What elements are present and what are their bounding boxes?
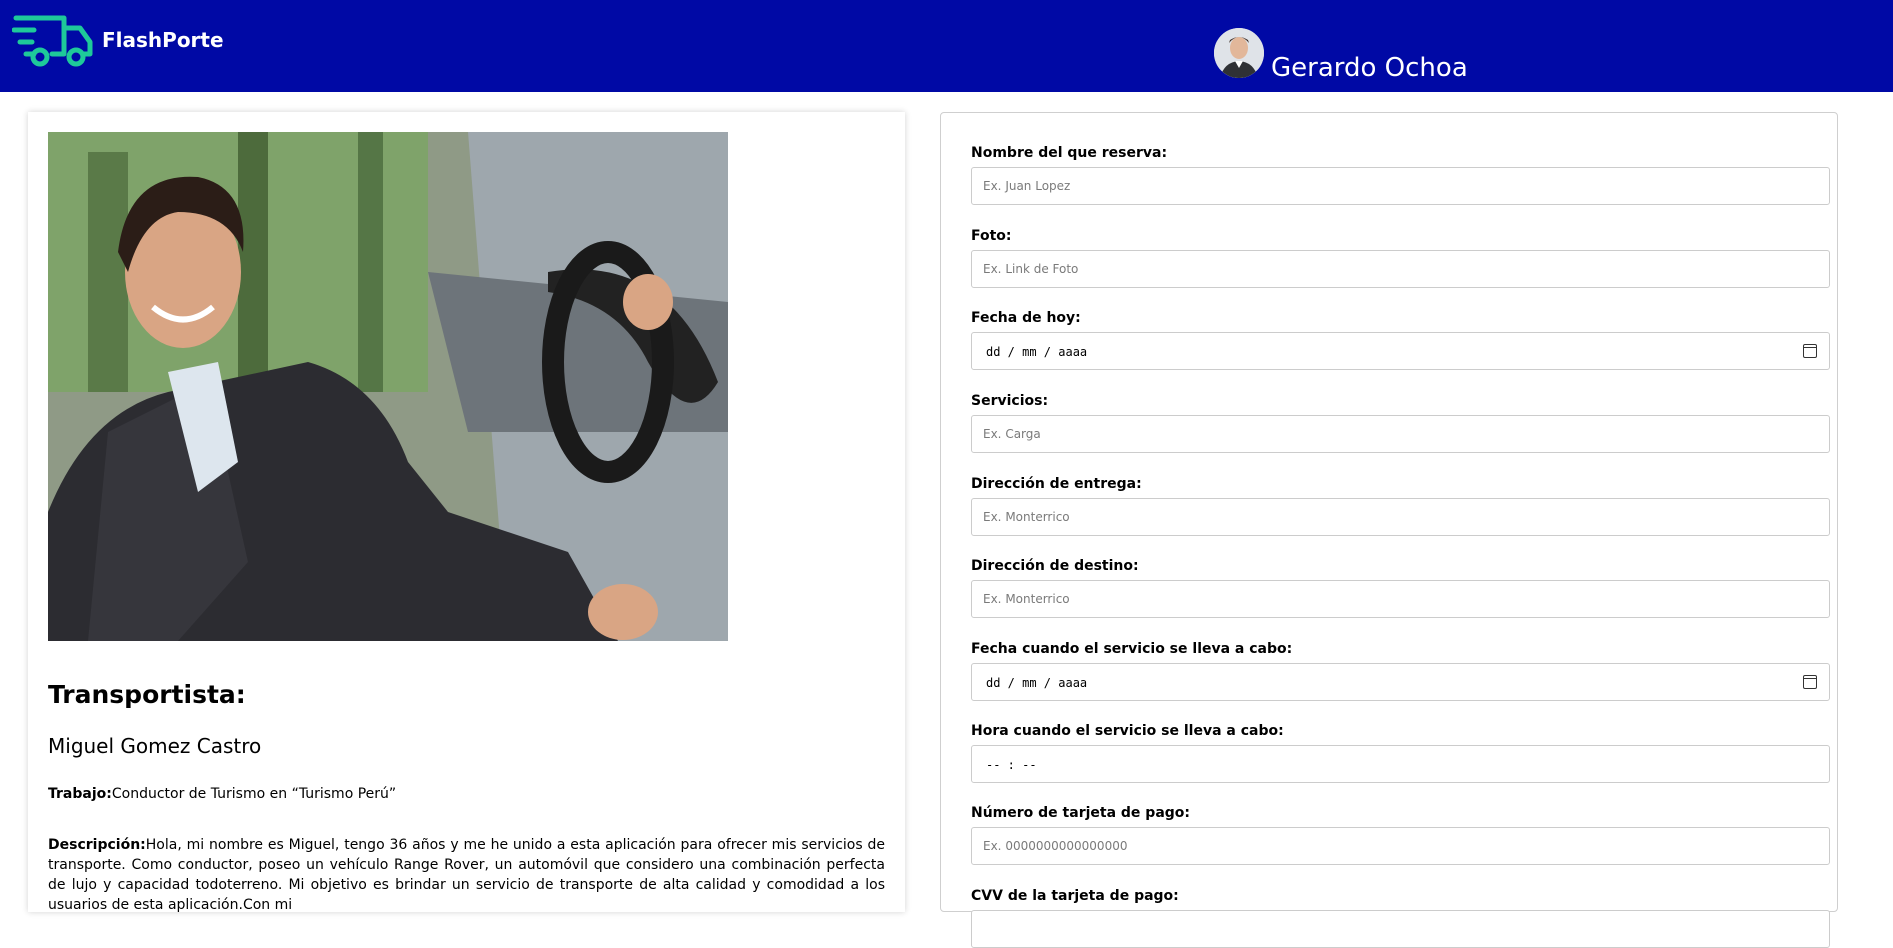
service-date-field: Fecha cuando el servicio se lleva a cabo… (971, 641, 1830, 701)
services-placeholder: Ex. Carga (983, 427, 1041, 441)
card-number-placeholder: Ex. 0000000000000000 (983, 839, 1128, 853)
destination-address-label: Dirección de destino: (971, 558, 1139, 574)
description-label: Descripción: (48, 837, 146, 853)
delivery-address-label: Dirección de entrega: (971, 476, 1142, 492)
section-title: Transportista: (48, 680, 246, 709)
today-date-input[interactable]: dd / mm / aaaa (971, 332, 1830, 370)
user-avatar[interactable] (1214, 28, 1264, 78)
delivery-address-placeholder: Ex. Monterrico (983, 510, 1070, 524)
photo-input[interactable]: Ex. Link de Foto (971, 250, 1830, 288)
destination-address-placeholder: Ex. Monterrico (983, 592, 1070, 606)
card-number-input[interactable]: Ex. 0000000000000000 (971, 827, 1830, 865)
brand-name[interactable]: FlashPorte (102, 28, 224, 52)
driver-photo (48, 132, 728, 641)
booker-name-label: Nombre del que reserva: (971, 145, 1168, 161)
service-date-input[interactable]: dd / mm / aaaa (971, 663, 1830, 701)
calendar-icon[interactable] (1803, 675, 1817, 689)
booker-name-field: Nombre del que reserva: Ex. Juan Lopez (971, 145, 1830, 205)
job-info: Trabajo:Conductor de Turismo en “Turismo… (48, 786, 396, 802)
service-date-value: dd / mm / aaaa (986, 676, 1088, 690)
today-date-label: Fecha de hoy: (971, 310, 1081, 326)
card-number-label: Número de tarjeta de pago: (971, 805, 1191, 821)
delivery-address-input[interactable]: Ex. Monterrico (971, 498, 1830, 536)
photo-label: Foto: (971, 228, 1012, 244)
calendar-icon[interactable] (1803, 344, 1817, 358)
cvv-input[interactable] (971, 910, 1830, 948)
driver-name: Miguel Gomez Castro (48, 734, 262, 758)
booker-name-input[interactable]: Ex. Juan Lopez (971, 167, 1830, 205)
job-label: Trabajo: (48, 786, 112, 802)
today-date-value: dd / mm / aaaa (986, 345, 1088, 359)
description-value: Hola, mi nombre es Miguel, tengo 36 años… (48, 837, 885, 913)
destination-address-field: Dirección de destino: Ex. Monterrico (971, 558, 1830, 618)
booker-name-placeholder: Ex. Juan Lopez (983, 179, 1071, 193)
user-name[interactable]: Gerardo Ochoa (1271, 53, 1468, 83)
cvv-label: CVV de la tarjeta de pago: (971, 888, 1179, 904)
photo-placeholder: Ex. Link de Foto (983, 262, 1079, 276)
service-date-label: Fecha cuando el servicio se lleva a cabo… (971, 641, 1293, 657)
card-number-field: Número de tarjeta de pago: Ex. 000000000… (971, 805, 1830, 865)
top-navbar: FlashPorte Gerardo Ochoa (0, 0, 1893, 92)
services-input[interactable]: Ex. Carga (971, 415, 1830, 453)
cvv-field: CVV de la tarjeta de pago: (971, 888, 1830, 948)
service-time-input[interactable]: -- : -- (971, 745, 1830, 783)
service-time-value: -- : -- (986, 758, 1037, 772)
delivery-address-field: Dirección de entrega: Ex. Monterrico (971, 476, 1830, 536)
booking-form: Nombre del que reserva: Ex. Juan Lopez F… (940, 112, 1838, 948)
truck-logo-icon[interactable] (12, 10, 94, 70)
services-label: Servicios: (971, 393, 1049, 409)
service-time-label: Hora cuando el servicio se lleva a cabo: (971, 723, 1284, 739)
driver-profile-card: Transportista: Miguel Gomez Castro Traba… (28, 112, 905, 915)
service-time-field: Hora cuando el servicio se lleva a cabo:… (971, 723, 1830, 783)
services-field: Servicios: Ex. Carga (971, 393, 1830, 453)
destination-address-input[interactable]: Ex. Monterrico (971, 580, 1830, 618)
job-value: Conductor de Turismo en “Turismo Perú” (111, 786, 397, 802)
description: Descripción:Hola, mi nombre es Miguel, t… (48, 835, 885, 915)
today-date-field: Fecha de hoy: dd / mm / aaaa (971, 310, 1830, 370)
photo-field: Foto: Ex. Link de Foto (971, 228, 1830, 288)
